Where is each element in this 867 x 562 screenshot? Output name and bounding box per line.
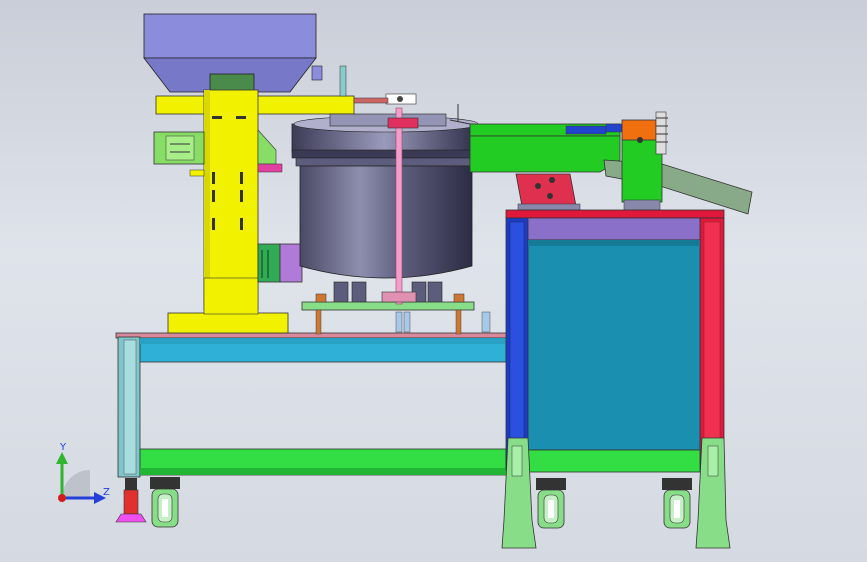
orange-block xyxy=(621,119,657,141)
y-axis-label: Y xyxy=(59,442,67,453)
leveling-foot xyxy=(115,478,147,523)
caster-left xyxy=(150,477,180,528)
cad-viewport[interactable]: Y Z xyxy=(0,0,867,562)
axis-triad: Y Z xyxy=(56,442,110,504)
triad-origin xyxy=(58,494,66,502)
cabinet-top xyxy=(505,209,725,219)
left-table-frame xyxy=(115,332,509,478)
right-cabinet xyxy=(505,209,725,473)
z-axis-label: Z xyxy=(103,487,110,498)
column-base xyxy=(167,312,289,334)
feeder-bracket xyxy=(515,173,577,207)
hopper xyxy=(143,13,317,59)
linear-feeder xyxy=(449,104,753,215)
table-top-plate xyxy=(115,332,509,339)
bowl-base-plate xyxy=(301,301,475,311)
sensor-rod xyxy=(395,107,403,305)
cabinet-panel xyxy=(527,239,701,451)
